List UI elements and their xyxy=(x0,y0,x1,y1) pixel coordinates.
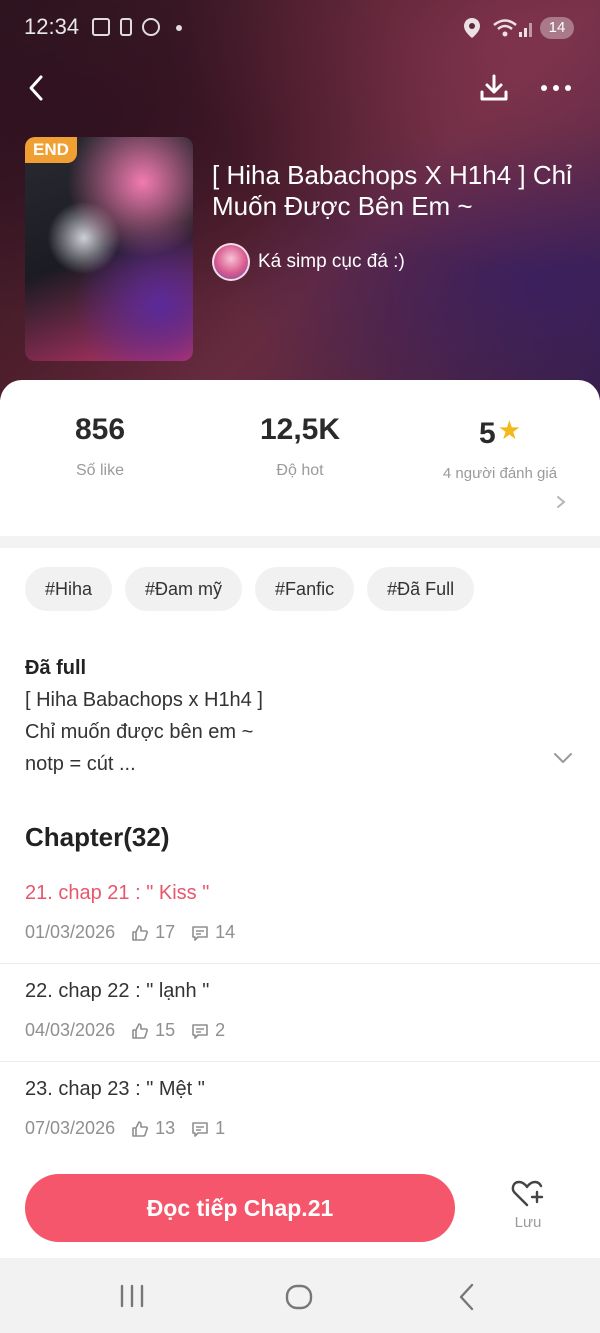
download-icon xyxy=(480,74,508,101)
stat-likes: 856 Số like xyxy=(0,410,200,480)
notification-dot-icon xyxy=(176,25,182,31)
tag-chip[interactable]: #Đã Full xyxy=(367,567,475,611)
chapter-comments: 2 xyxy=(215,1020,226,1040)
chapter-date: 07/03/2026 xyxy=(25,1118,116,1138)
tiktok-icon xyxy=(142,18,160,36)
stat-rating[interactable]: 5★ 4 người đánh giá xyxy=(400,410,600,484)
comment-icon xyxy=(192,1121,208,1137)
chapter-date: 04/03/2026 xyxy=(25,1020,116,1040)
continue-reading-button[interactable]: Đọc tiếp Chap.21 xyxy=(25,1174,455,1242)
chapter-row[interactable]: 22. chap 22 : " lạnh " 04/03/2026 15 2 xyxy=(0,964,600,1062)
battery-indicator: 14 xyxy=(540,17,574,39)
end-badge: END xyxy=(25,137,77,163)
tag-chip[interactable]: #Fanfic xyxy=(255,567,355,611)
system-nav-bar xyxy=(0,1258,600,1333)
chapter-meta: 01/03/2026 17 14 xyxy=(25,922,235,943)
star-icon: ★ xyxy=(497,415,521,445)
chapter-likes: 17 xyxy=(155,922,176,942)
download-button[interactable] xyxy=(474,68,514,108)
stat-likes-value: 856 xyxy=(74,413,126,446)
thumbs-up-icon xyxy=(132,924,149,941)
chevron-right-icon xyxy=(557,496,566,508)
chapter-comments: 14 xyxy=(215,922,236,942)
story-description[interactable]: Đã full [ Hiha Babachops x H1h4 ] Chỉ mu… xyxy=(25,652,565,780)
save-button[interactable]: Lưu xyxy=(498,1178,558,1231)
home-icon[interactable] xyxy=(284,1283,314,1311)
chapters-heading: Chapter(32) xyxy=(25,822,170,852)
section-divider xyxy=(0,536,600,548)
chapter-likes: 15 xyxy=(155,1020,176,1040)
back-icon xyxy=(29,75,43,101)
more-icon xyxy=(541,85,571,91)
chapter-title: 21. chap 21 : " Kiss " xyxy=(25,882,210,904)
chapter-row[interactable]: 21. chap 21 : " Kiss " 01/03/2026 17 14 xyxy=(0,866,600,964)
author-row[interactable]: Ká simp cục đá :) xyxy=(212,243,405,281)
author-avatar xyxy=(212,243,250,281)
chapter-title: 22. chap 22 : " lạnh " xyxy=(25,980,210,1002)
chapter-likes: 13 xyxy=(155,1118,176,1138)
thumbs-up-icon xyxy=(132,1022,149,1039)
more-button[interactable] xyxy=(536,68,576,108)
tag-chip[interactable]: #Hiha xyxy=(25,567,113,611)
comment-icon xyxy=(192,925,208,941)
comment-icon xyxy=(192,1023,208,1039)
status-time: 12:34 xyxy=(24,14,80,39)
signal-icon xyxy=(519,23,532,37)
description-line: [ Hiha Babachops x H1h4 ] xyxy=(25,689,263,711)
description-line: notp = cút ... xyxy=(25,753,136,775)
screenshot-icon xyxy=(92,18,110,36)
sim-icon xyxy=(120,18,132,36)
stat-rating-value: 5 xyxy=(479,417,496,450)
stat-rating-label: 4 người đánh giá xyxy=(442,465,558,482)
stat-likes-label: Số like xyxy=(75,462,125,479)
description-heading: Đã full xyxy=(25,657,87,679)
chapter-title: 23. chap 23 : " Mệt " xyxy=(25,1078,205,1100)
story-cover: END xyxy=(25,137,193,361)
top-bar xyxy=(0,60,600,116)
save-label: Lưu xyxy=(514,1214,542,1231)
chapter-meta: 04/03/2026 15 2 xyxy=(25,1020,225,1041)
stat-hot-value: 12,5K xyxy=(259,413,341,446)
stat-hot: 12,5K Độ hot xyxy=(200,410,400,480)
back-button[interactable] xyxy=(18,68,54,108)
nav-back-icon[interactable] xyxy=(456,1282,478,1312)
chapter-meta: 07/03/2026 13 1 xyxy=(25,1118,225,1139)
wifi-icon xyxy=(493,19,517,37)
stat-hot-label: Độ hot xyxy=(276,462,324,479)
location-icon xyxy=(464,18,480,38)
recents-icon[interactable] xyxy=(118,1284,146,1308)
chapter-comments: 1 xyxy=(215,1118,226,1138)
tag-chip[interactable]: #Đam mỹ xyxy=(125,567,243,611)
chevron-down-icon[interactable] xyxy=(552,751,574,765)
description-line: Chỉ muốn được bên em ~ xyxy=(25,721,254,743)
tag-list: #Hiha #Đam mỹ #Fanfic #Đã Full xyxy=(25,567,475,611)
chapter-date: 01/03/2026 xyxy=(25,922,116,942)
story-title: [ Hiha Babachops X H1h4 ] Chỉ Muốn Được … xyxy=(212,160,572,221)
bottom-action-bar: Đọc tiếp Chap.21 Lưu xyxy=(0,1158,600,1258)
heart-plus-icon xyxy=(511,1180,544,1207)
thumbs-up-icon xyxy=(132,1120,149,1137)
chapter-row[interactable]: 23. chap 23 : " Mệt " 07/03/2026 13 1 xyxy=(0,1062,600,1160)
author-name: Ká simp cục đá :) xyxy=(258,251,405,272)
status-bar: 12:34 14 xyxy=(0,0,600,56)
stats-row: 856 Số like 12,5K Độ hot 5★ 4 người đánh… xyxy=(0,410,600,520)
